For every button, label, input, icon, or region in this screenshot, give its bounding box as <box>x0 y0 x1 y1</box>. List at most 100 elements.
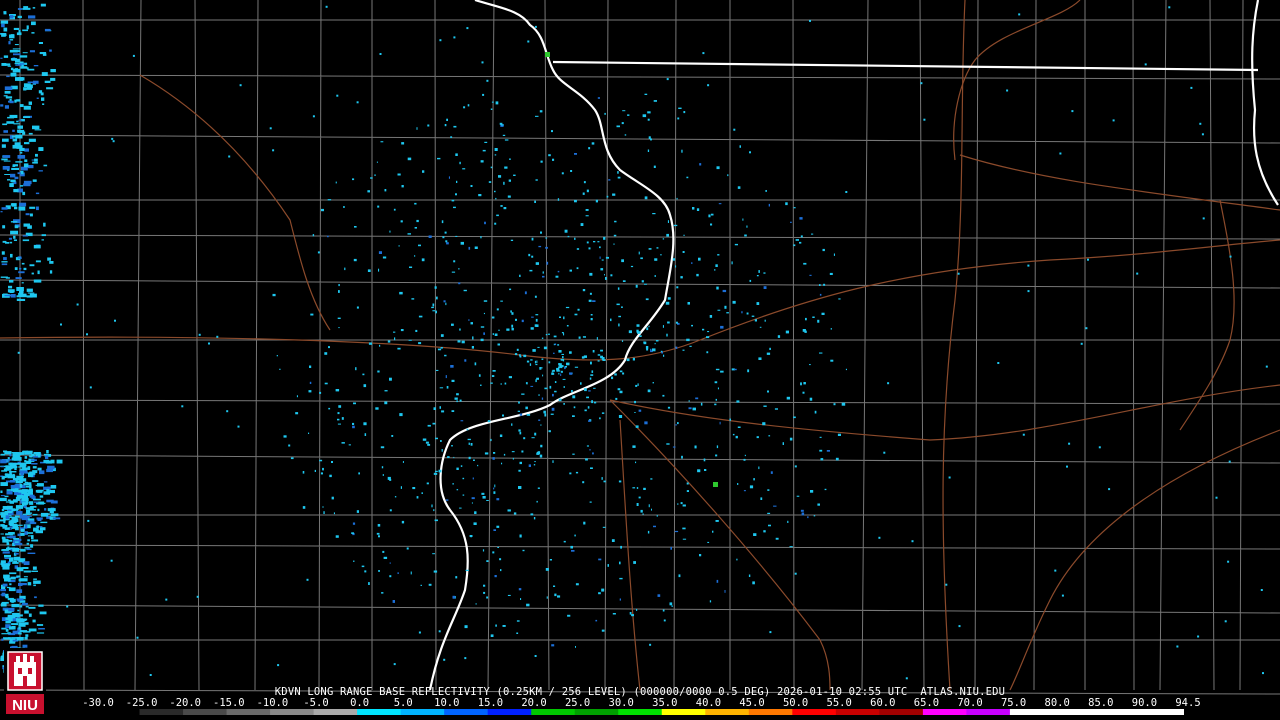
echo-pixel <box>534 461 536 463</box>
echo-pixel <box>2 551 10 554</box>
echo-pixel <box>0 603 7 607</box>
echo-pixel <box>510 310 512 313</box>
echo-pixel <box>820 458 824 461</box>
echo-pixel <box>433 509 435 512</box>
echo-pixel <box>22 513 31 515</box>
echo-pixel <box>749 279 752 282</box>
echo-pixel <box>376 161 378 163</box>
echo-pixel <box>644 283 647 285</box>
echo-pixel <box>4 539 13 542</box>
echo-pixel <box>18 206 26 211</box>
echo-pixel <box>632 487 636 489</box>
echo-pixel <box>622 280 626 282</box>
highway-line <box>139 74 331 331</box>
echo-pixel <box>511 451 515 453</box>
echo-pixel <box>445 240 448 243</box>
echo-pixel <box>1006 89 1009 92</box>
echo-pixel <box>768 203 770 207</box>
echo-pixel <box>790 221 792 223</box>
echo-pixel <box>453 36 456 39</box>
echo-pixel <box>469 535 473 537</box>
echo-pixel <box>558 370 561 372</box>
echo-pixel <box>759 326 762 328</box>
echo-pixel <box>17 172 21 175</box>
echo-pixel <box>50 69 56 73</box>
echo-pixel <box>833 253 835 256</box>
echo-pixel <box>680 502 683 505</box>
echo-pixel <box>675 265 677 268</box>
echo-pixel <box>21 262 25 265</box>
echo-pixel <box>739 145 741 148</box>
echo-pixel <box>42 502 46 504</box>
echo-pixel <box>306 578 309 581</box>
echo-pixel <box>336 94 339 97</box>
echo-pixel <box>0 589 6 592</box>
echo-pixel <box>500 300 503 302</box>
echo-pixel <box>325 5 328 8</box>
echo-pixel <box>22 29 28 32</box>
echo-pixel <box>2 583 8 587</box>
echo-pixel <box>540 424 542 426</box>
echo-pixel <box>0 104 4 107</box>
echo-pixel <box>1061 594 1064 597</box>
echo-pixel <box>0 524 5 527</box>
echo-pixel <box>363 384 367 388</box>
echo-pixel <box>567 614 571 617</box>
echo-pixel <box>16 147 20 149</box>
echo-pixel <box>540 160 543 163</box>
echo-pixel <box>19 478 27 482</box>
echo-pixel <box>501 124 504 126</box>
echo-pixel <box>732 433 735 436</box>
echo-pixel <box>1215 496 1218 499</box>
echo-pixel <box>1027 264 1030 267</box>
echo-pixel <box>637 331 641 334</box>
echo-pixel <box>29 213 33 217</box>
echo-pixel <box>3 12 7 15</box>
echo-pixel <box>16 575 21 578</box>
echo-pixel <box>604 274 605 276</box>
colorbar-label: 90.0 <box>1131 697 1158 709</box>
echo-pixel <box>694 445 697 449</box>
highway-line <box>619 419 641 691</box>
echo-pixel <box>618 315 621 318</box>
echo-pixel <box>736 400 740 403</box>
echo-pixel <box>5 451 12 455</box>
echo-pixel <box>13 235 16 239</box>
echo-pixel <box>500 569 502 572</box>
echo-pixel <box>0 33 7 35</box>
echo-pixel <box>0 495 6 497</box>
echo-pixel <box>569 351 572 354</box>
colorbar-segment <box>1096 709 1141 715</box>
echo-pixel <box>34 158 38 162</box>
echo-pixel <box>418 342 422 345</box>
echo-pixel <box>800 382 802 386</box>
echo-pixel <box>467 104 470 107</box>
echo-pixel <box>767 489 770 491</box>
echo-pixel <box>314 469 316 472</box>
echo-pixel <box>1144 63 1147 66</box>
echo-pixel <box>709 600 712 603</box>
colorbar-label: -25.0 <box>125 697 158 709</box>
echo-pixel <box>533 517 536 520</box>
echo-pixel <box>483 591 486 594</box>
echo-pixel <box>19 630 28 632</box>
echo-pixel <box>617 388 621 391</box>
echo-pixel <box>554 381 557 383</box>
echo-pixel <box>198 333 201 336</box>
echo-pixel <box>911 540 914 543</box>
echo-pixel <box>544 387 548 390</box>
echo-pixel <box>31 272 34 275</box>
echo-pixel <box>483 300 488 302</box>
echo-pixel <box>541 397 544 400</box>
echo-pixel <box>741 311 743 314</box>
echo-pixel <box>529 363 532 366</box>
echo-pixel <box>14 63 20 65</box>
echo-pixel <box>767 512 771 514</box>
echo-pixel <box>803 382 806 385</box>
colorbar-segment <box>661 709 706 715</box>
echo-pixel <box>378 268 380 272</box>
echo-pixel <box>837 433 841 436</box>
echo-pixel <box>35 260 41 263</box>
echo-pixel <box>677 503 679 505</box>
echo-pixel <box>276 355 278 357</box>
